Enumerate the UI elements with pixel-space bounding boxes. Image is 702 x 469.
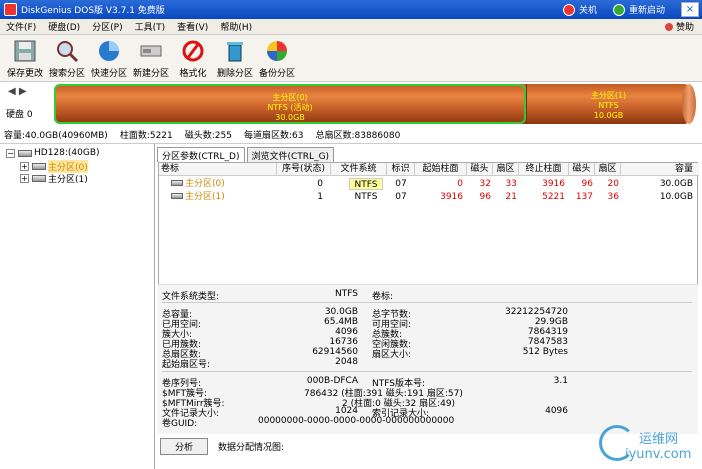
disk-segment-primary-0[interactable]: 主分区(0) NTFS (活动) 30.0GB [54, 84, 526, 124]
new-partition-button[interactable]: 新建分区 [130, 35, 172, 79]
backup-partition-button[interactable]: 备份分区 [256, 35, 298, 79]
allocation-map-label: 数据分配情况图: [218, 442, 285, 453]
partition-icon [32, 175, 46, 182]
disk-heads: 磁头数:255 [184, 131, 232, 141]
save-icon [14, 40, 36, 62]
quick-partition-button[interactable]: 快速分区 [88, 35, 130, 79]
tab-strip: 分区参数(CTRL_D) 浏览文件(CTRL_G) [157, 147, 336, 162]
watermark-cn: 运维网 [639, 432, 679, 447]
new-partition-icon [140, 45, 162, 57]
right-panel: 分区参数(CTRL_D) 浏览文件(CTRL_G) 卷标 序号(状态) 文件系统… [157, 144, 702, 469]
cylinder-end [682, 84, 696, 124]
expand-icon[interactable]: + [20, 162, 29, 171]
collapse-icon[interactable]: − [6, 148, 15, 158]
backup-icon [267, 41, 287, 61]
save-changes-button[interactable]: 保存更改 [4, 35, 46, 79]
disk-tree: − HD128:(40GB) + 主分区(0) + 主分区(1) [0, 144, 155, 469]
delete-partition-button[interactable]: 删除分区 [214, 35, 256, 79]
tab-browse-files[interactable]: 浏览文件(CTRL_G) [246, 147, 335, 162]
watermark-en: iyunv.com [625, 447, 692, 462]
table-row[interactable]: 主分区(1) 1 NTFS 07 3916 96 21 5221 137 36 … [159, 191, 699, 203]
power-icon [562, 3, 575, 16]
partition-icon [171, 193, 183, 199]
app-icon [4, 3, 17, 16]
disk-cylinder: 主分区(0) NTFS (活动) 30.0GB 主分区(1) NTFS 10.0… [54, 84, 696, 124]
menu-file[interactable]: 文件(F) [0, 20, 42, 33]
disk-total-sectors: 总扇区数:83886080 [315, 131, 401, 141]
table-row[interactable]: 主分区(0) 0 NTFS 07 0 32 33 3916 96 20 30.0… [159, 178, 699, 190]
magnifier-icon [57, 41, 79, 63]
tree-node-disk[interactable]: − HD128:(40GB) [6, 148, 100, 158]
expand-icon[interactable]: + [20, 174, 29, 183]
hdd-icon [18, 149, 32, 157]
disk-sectors-per-track: 每道扇区数:63 [243, 131, 304, 141]
menu-tools[interactable]: 工具(T) [129, 20, 172, 33]
disk-segment-primary-1[interactable]: 主分区(1) NTFS 10.0GB [526, 84, 690, 124]
donate-link[interactable]: 赞助 [664, 20, 694, 33]
disk-map: ◀ ▶ 硬盘 0 主分区(0) NTFS (活动) 30.0GB 主分区(1) … [0, 82, 702, 126]
partition-details: 文件系统类型: NTFS 卷标: 总容量: 30.0GB 已用空间: 65.4M… [158, 284, 698, 434]
menu-partition[interactable]: 分区(P) [86, 20, 128, 33]
title-bar: DiskGenius DOS版 V3.7.1 免费版 关机 重新启动 × [0, 0, 702, 19]
menu-help[interactable]: 帮助(H) [214, 20, 258, 33]
analyze-button[interactable]: 分析 [160, 437, 208, 455]
restart-icon [612, 3, 625, 16]
disk-label: 硬盘 0 [6, 110, 33, 120]
quick-partition-icon [99, 41, 119, 61]
table-header: 卷标 序号(状态) 文件系统 标识 起始柱面 磁头 扇区 终止柱面 磁头 扇区 … [159, 163, 699, 176]
shutdown-button[interactable]: 关机 [562, 3, 597, 16]
restart-button[interactable]: 重新启动 [612, 3, 665, 16]
toolbar: 保存更改 搜索分区 快速分区 新建分区 格式化 删除分区 备份分区 [0, 35, 702, 82]
trash-icon [227, 42, 243, 62]
tab-partition-params[interactable]: 分区参数(CTRL_D) [157, 147, 245, 162]
format-button[interactable]: 格式化 [172, 35, 214, 79]
menu-disk[interactable]: 硬盘(D) [42, 20, 86, 33]
donate-icon [664, 22, 673, 31]
close-button[interactable]: × [681, 2, 699, 17]
disk-capacity: 容量:40.0GB(40960MB) [4, 131, 108, 141]
disk-nav-arrows[interactable]: ◀ ▶ [8, 86, 27, 97]
search-partition-button[interactable]: 搜索分区 [46, 35, 88, 79]
menu-view[interactable]: 查看(V) [171, 20, 214, 33]
menu-bar: 文件(F) 硬盘(D) 分区(P) 工具(T) 查看(V) 帮助(H) 赞助 [0, 19, 702, 35]
tree-node-primary-1[interactable]: + 主分区(1) [20, 172, 88, 185]
format-icon [182, 40, 204, 62]
partition-icon [32, 163, 46, 170]
disk-cylinders: 柱面数:5221 [119, 131, 173, 141]
disk-info-bar: 容量:40.0GB(40960MB) 柱面数:5221 磁头数:255 每道扇区… [0, 126, 702, 144]
window-title: DiskGenius DOS版 V3.7.1 免费版 [21, 6, 165, 16]
watermark: 运维网 iyunv.com [595, 423, 702, 469]
partition-icon [171, 180, 183, 186]
